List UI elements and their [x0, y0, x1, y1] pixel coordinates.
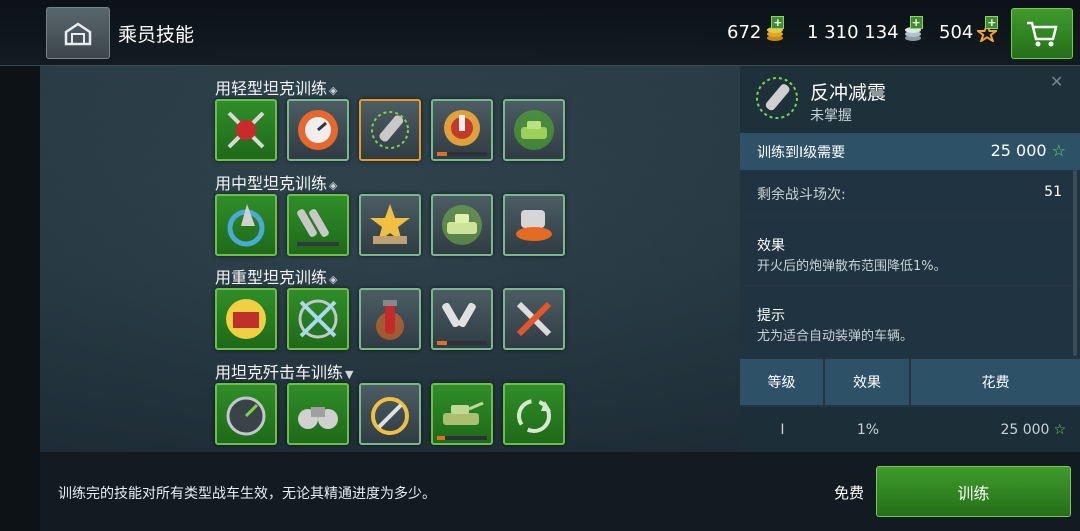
close-icon[interactable]: ✕: [1050, 72, 1063, 91]
train-cost-label: 训练到I级需要: [757, 145, 846, 161]
skill-medium-4[interactable]: [431, 194, 493, 256]
remaining-battles-value: 51: [1044, 184, 1062, 200]
page-title: 乘员技能: [118, 24, 195, 46]
category-medium-tank: 用中型坦克训练 ◈: [215, 174, 338, 193]
gold-counter[interactable]: 672 +: [727, 15, 785, 43]
shells-stack-icon: [297, 209, 339, 246]
skill-medium-3[interactable]: [359, 194, 421, 256]
left-edge: [0, 66, 40, 531]
turret-repair-icon: [516, 210, 552, 241]
col-effect: 效果: [825, 359, 911, 405]
price-label: 免费: [834, 484, 865, 502]
silver-counter[interactable]: 1 310 134 +: [807, 15, 923, 43]
tip-section: 提示 尤为适合自动装弹的车辆。: [740, 287, 1080, 357]
gauge-icon: [298, 110, 338, 150]
add-gold-button[interactable]: +: [771, 15, 785, 29]
row-level: I: [780, 421, 785, 438]
row-effect: 1%: [856, 421, 880, 438]
row-cost: 25 000 ☆: [1000, 421, 1066, 438]
table-row: I 1% 25 000 ☆: [740, 407, 1080, 452]
skill-light-4[interactable]: [431, 99, 493, 161]
dial-icon: [226, 396, 266, 436]
skill-td-2[interactable]: [287, 383, 349, 445]
skill-heavy-1[interactable]: [215, 288, 277, 350]
skill-td-3[interactable]: [359, 383, 421, 445]
skill-name: 反冲减震: [810, 82, 887, 104]
effect-heading: 效果: [757, 238, 785, 254]
skill-light-2[interactable]: [287, 99, 349, 161]
shield-target-icon: [444, 110, 480, 146]
effect-text: 开火后的炮弹散布范围降低1%。: [757, 259, 947, 274]
skill-medium-1[interactable]: [215, 194, 277, 256]
skill-td-5[interactable]: [503, 383, 565, 445]
explosion-box-icon: [226, 299, 266, 339]
star-badge-icon: [370, 204, 410, 244]
train-cost-row: 训练到I级需要 25 000 ☆: [740, 133, 1080, 170]
binoculars-icon: [298, 407, 338, 429]
level-table-header: 等级 效果 花费: [740, 359, 1080, 405]
skill-progress-bar: [437, 436, 487, 440]
recoil-shell-icon: [756, 77, 798, 119]
skill-heavy-4[interactable]: [431, 288, 493, 350]
camouflage-icon: [371, 397, 409, 435]
skill-light-1[interactable]: [215, 99, 277, 161]
add-silver-button[interactable]: +: [909, 15, 923, 29]
tank-glow-icon: [514, 110, 554, 150]
skill-progress-bar: [437, 152, 487, 156]
remaining-battles-label: 剩余战斗场次:: [757, 187, 846, 203]
top-bar: 乘员技能 672 + 1 310 134 + 504 +: [0, 0, 1080, 66]
skill-heavy-3[interactable]: [359, 288, 421, 350]
tip-heading: 提示: [757, 308, 785, 324]
arrow-spin-icon: [227, 204, 265, 247]
tank-burst-icon: [442, 205, 482, 245]
category-light-tank: 用轻型坦克训练 ◈: [215, 79, 338, 98]
cart-icon: [1027, 21, 1058, 46]
skill-heavy-2[interactable]: [287, 288, 349, 350]
tank-destroyer-icon: [443, 401, 484, 425]
crossed-swords-icon: [298, 299, 338, 339]
star-xp-icon: ☆: [1051, 141, 1066, 160]
silver-coins-icon: +: [903, 15, 923, 42]
silver-value: 1 310 134: [807, 22, 899, 43]
fire-extinguisher-icon: [376, 300, 404, 340]
skill-medium-5[interactable]: [503, 194, 565, 256]
train-cost-value: 25 000 ☆: [990, 141, 1066, 160]
col-level: 等级: [740, 359, 825, 405]
target-cross-icon: [227, 111, 265, 149]
xp-value: 504: [939, 22, 974, 43]
skill-td-1[interactable]: [215, 383, 277, 445]
add-xp-button[interactable]: +: [985, 15, 999, 29]
skill-light-5[interactable]: [503, 99, 565, 161]
train-button[interactable]: 训练: [876, 466, 1071, 517]
shop-cart-button[interactable]: [1011, 8, 1073, 59]
hangar-button[interactable]: [46, 7, 110, 59]
skill-status: 未掌握: [810, 108, 852, 124]
reload-cycle-icon: [517, 399, 551, 433]
ammo-icon: [442, 302, 476, 328]
detail-header: 反冲减震 未掌握 ✕: [740, 66, 1080, 133]
star-xp-icon: +: [975, 15, 1000, 43]
skill-td-4[interactable]: [431, 383, 493, 445]
effect-section: 效果 开火后的炮弹散布范围降低1%。: [740, 217, 1080, 285]
skill-medium-2[interactable]: [287, 194, 349, 256]
scrollbar[interactable]: [1073, 170, 1077, 356]
skill-progress-bar: [437, 341, 487, 345]
category-tank-destroyer: 用坦克歼击车训练 ▼: [215, 363, 354, 382]
xp-counter[interactable]: 504 +: [939, 15, 1000, 43]
star-xp-icon: ☆: [1053, 421, 1066, 438]
skill-detail-panel: 反冲减震 未掌握 ✕ 训练到I级需要 25 000 ☆ 剩余战斗场次: 51 效…: [740, 66, 1080, 452]
tip-text: 尤为适合自动装弹的车辆。: [757, 329, 914, 344]
info-note: 训练完的技能对所有类型战车生效，无论其精通进度为多少。: [58, 486, 436, 502]
hangar-icon: [64, 22, 92, 46]
bottom-bar: 训练完的技能对所有类型战车生效，无论其精通进度为多少。 免费 训练: [40, 452, 1080, 531]
remaining-battles-row: 剩余战斗场次: 51: [740, 171, 1080, 215]
col-cost: 花费: [981, 375, 1010, 391]
category-heavy-tank: 用重型坦克训练 ◈: [215, 268, 338, 287]
skill-light-3-recoil[interactable]: [359, 99, 421, 161]
skill-heavy-5[interactable]: [503, 288, 565, 350]
gold-coins-icon: +: [765, 15, 785, 42]
wrench-screwdriver-icon: [516, 301, 552, 337]
gold-value: 672: [727, 22, 762, 43]
shell-icon: [371, 111, 409, 149]
